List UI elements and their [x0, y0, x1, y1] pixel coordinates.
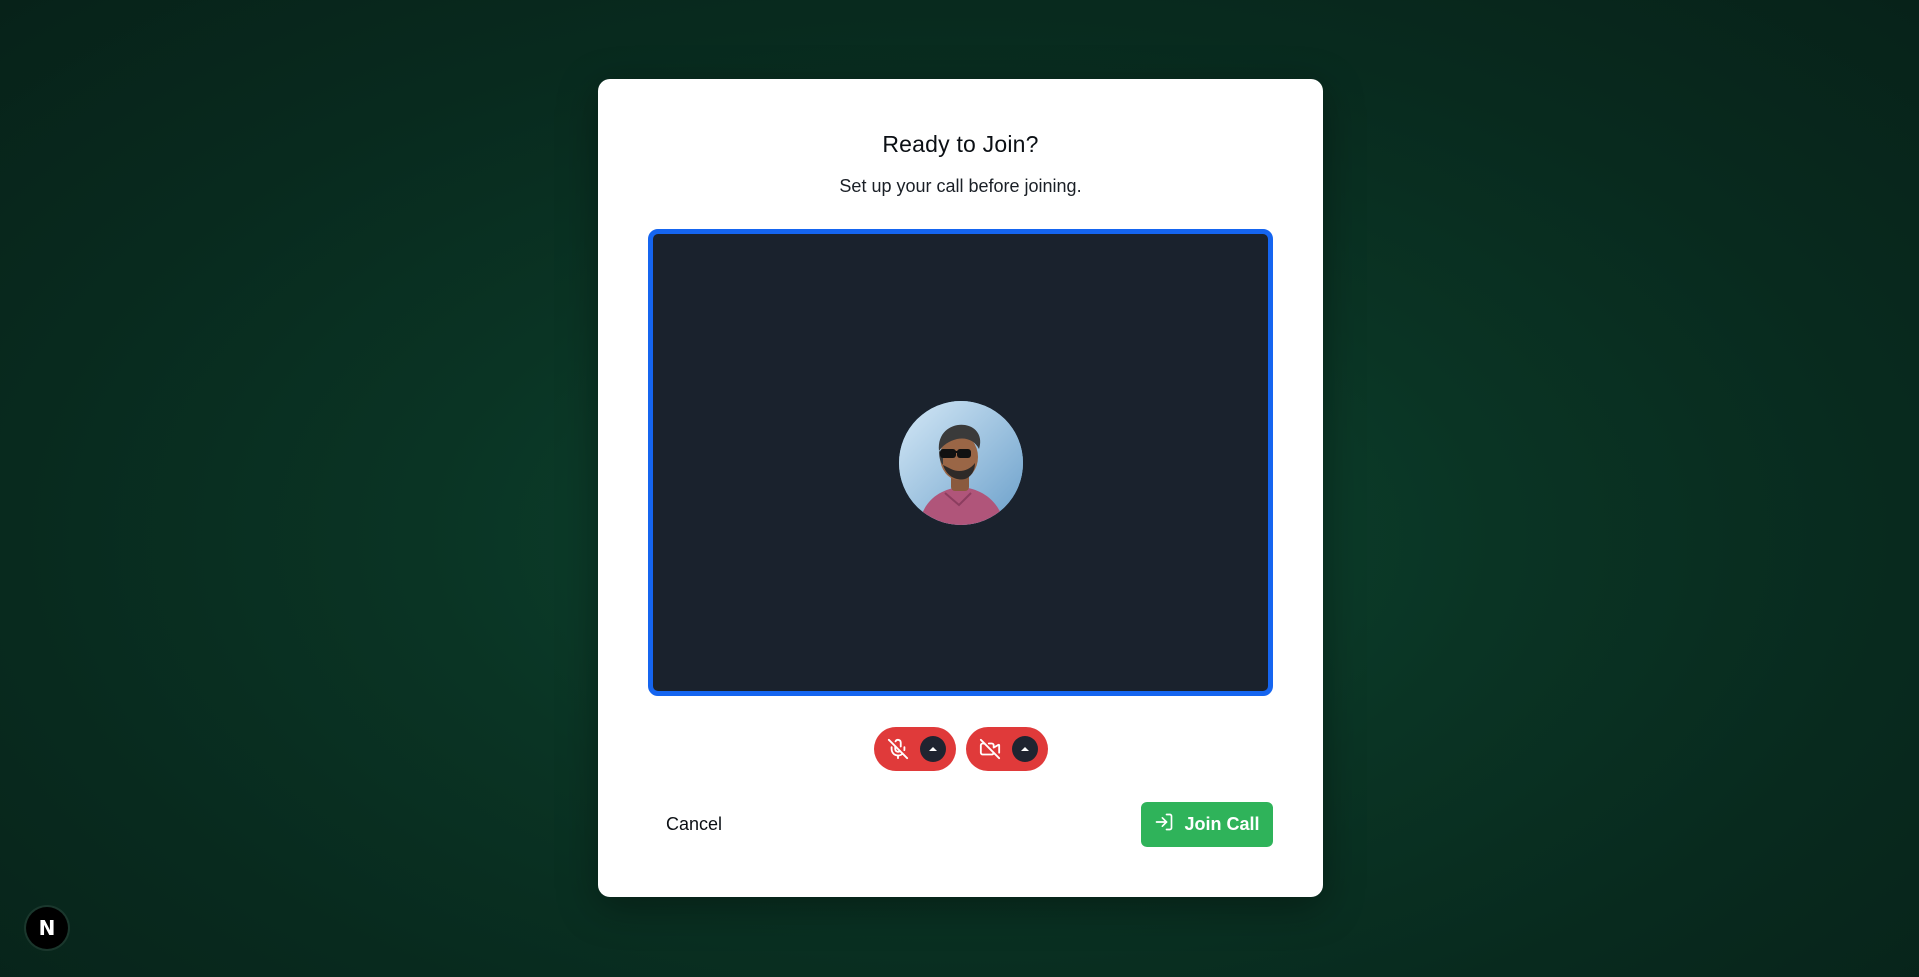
video-off-icon[interactable]	[978, 737, 1002, 761]
camera-options-caret-icon[interactable]	[1011, 736, 1038, 762]
avatar-image-icon	[898, 400, 1023, 525]
join-call-dialog: Ready to Join? Set up your call before j…	[598, 79, 1323, 897]
join-call-label: Join Call	[1184, 814, 1260, 834]
camera-toggle[interactable]	[965, 727, 1048, 771]
microphone-toggle[interactable]	[873, 727, 956, 771]
badge-letter: N	[38, 916, 56, 940]
cancel-button[interactable]: Cancel	[652, 802, 736, 846]
user-avatar	[898, 400, 1023, 525]
sign-in-icon	[1154, 812, 1174, 837]
join-call-button[interactable]: Join Call	[1141, 802, 1273, 847]
mic-off-icon[interactable]	[886, 737, 910, 761]
nextjs-dev-badge[interactable]: N	[26, 907, 68, 949]
dialog-subtitle: Set up your call before joining.	[839, 176, 1082, 196]
media-controls	[598, 727, 1323, 771]
mic-options-caret-icon[interactable]	[919, 736, 946, 762]
dialog-title: Ready to Join?	[882, 131, 1039, 157]
video-preview	[648, 229, 1273, 696]
